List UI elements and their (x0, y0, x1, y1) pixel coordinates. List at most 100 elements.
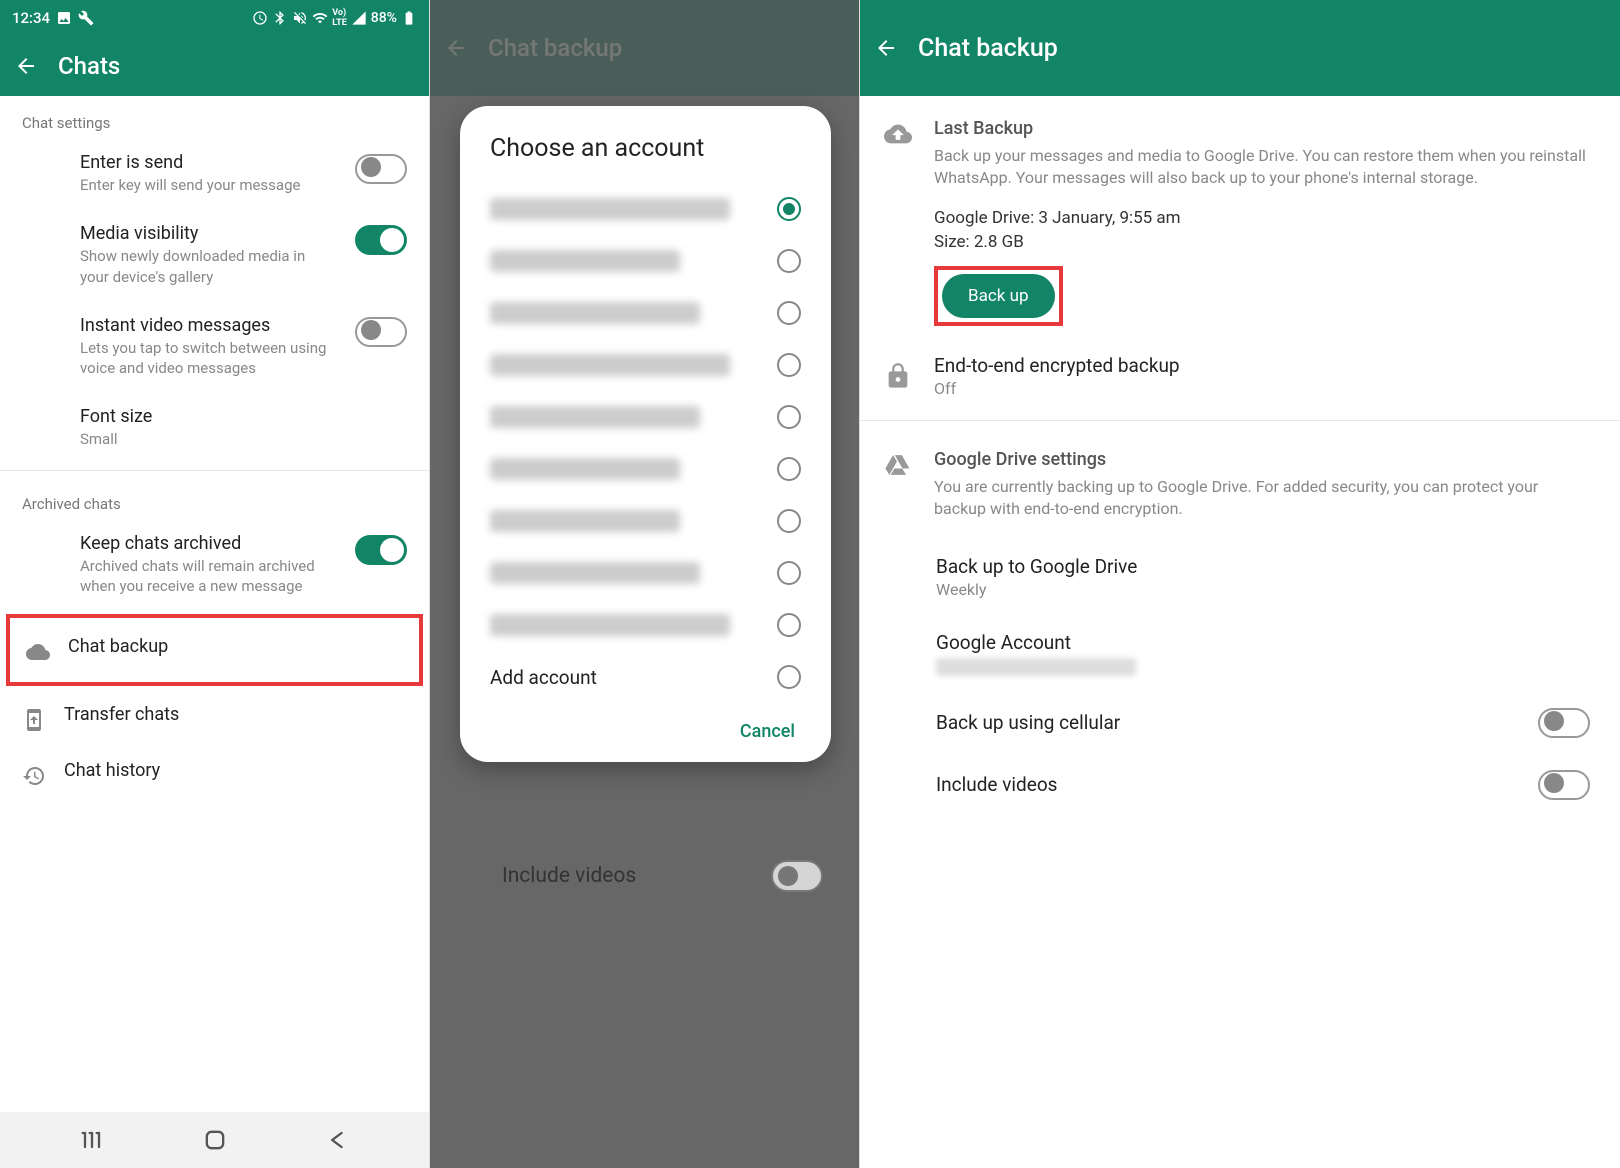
enter-send-sub: Enter key will send your message (80, 175, 337, 195)
status-bar: 12:34 Vo)LTE 88% (0, 0, 429, 36)
e2e-sub: Off (934, 379, 1590, 398)
include-videos-label-bg: Include videos (502, 864, 636, 888)
wifi-icon (312, 10, 328, 26)
back-icon[interactable] (874, 36, 898, 60)
chat-backup-label: Chat backup (68, 636, 403, 657)
row-enter-is-send[interactable]: Enter is send Enter key will send your m… (0, 138, 429, 209)
keep-archived-sub: Archived chats will remain archived when… (80, 556, 337, 597)
android-back-icon[interactable] (324, 1126, 352, 1154)
radio-icon[interactable] (777, 561, 801, 585)
keep-archived-title: Keep chats archived (80, 533, 337, 554)
instant-vid-title: Instant video messages (80, 315, 337, 336)
freq-sub: Weekly (936, 580, 1590, 599)
lock-icon (884, 362, 912, 390)
chats-settings-screen: 12:34 Vo)LTE 88% Chats Chat settings (0, 0, 430, 1168)
add-account-row[interactable]: Add account (482, 651, 809, 703)
row-cellular[interactable]: Back up using cellular (860, 692, 1620, 754)
choose-account-screen: Chat backup Include videos Choose an acc… (430, 0, 860, 1168)
row-chat-history[interactable]: Chat history (0, 746, 429, 802)
radio-icon[interactable] (777, 613, 801, 637)
include-videos-row-bg: Include videos (430, 860, 859, 892)
row-backup-frequency[interactable]: Back up to Google Drive Weekly (860, 539, 1620, 615)
dialog-title: Choose an account (482, 134, 809, 163)
account-option-9[interactable] (482, 599, 809, 651)
transfer-label: Transfer chats (64, 704, 407, 725)
add-account-label: Add account (490, 666, 597, 689)
cellular-switch[interactable] (1538, 708, 1590, 738)
font-size-title: Font size (80, 406, 407, 427)
include-videos-title: Include videos (936, 773, 1538, 796)
status-time: 12:34 (12, 9, 50, 27)
include-videos-switch[interactable] (1538, 770, 1590, 800)
radio-icon[interactable] (777, 405, 801, 429)
mute-icon (292, 10, 308, 26)
android-nav-bar (0, 1112, 429, 1168)
account-option-4[interactable] (482, 339, 809, 391)
row-media-visibility[interactable]: Media visibility Show newly downloaded m… (0, 209, 429, 301)
account-option-5[interactable] (482, 391, 809, 443)
account-option-3[interactable] (482, 287, 809, 339)
keep-archived-switch[interactable] (355, 535, 407, 565)
toolbar: Chat backup (860, 0, 1620, 96)
include-videos-switch-bg (771, 860, 823, 892)
battery-percent: 88% (371, 10, 397, 26)
chat-backup-screen: Chat backup Last Backup Back up your mes… (860, 0, 1620, 1168)
back-icon[interactable] (14, 54, 38, 78)
account-option-8[interactable] (482, 547, 809, 599)
font-size-sub: Small (80, 429, 407, 449)
gd-desc: You are currently backing up to Google D… (934, 476, 1590, 521)
row-google-account[interactable]: Google Account (860, 615, 1620, 692)
backup-size: Size: 2.8 GB (934, 232, 1590, 252)
row-keep-archived[interactable]: Keep chats archived Archived chats will … (0, 519, 429, 611)
section-archived: Archived chats (0, 477, 429, 519)
wrench-icon (78, 10, 94, 26)
volte-icon: Vo)LTE (332, 8, 347, 28)
row-chat-backup[interactable]: Chat backup (6, 614, 423, 686)
last-backup-heading: Last Backup (934, 118, 1590, 139)
media-vis-sub: Show newly downloaded media in your devi… (80, 246, 337, 287)
media-vis-switch[interactable] (355, 225, 407, 255)
radio-selected[interactable] (777, 197, 801, 221)
transfer-icon (22, 708, 46, 732)
account-value-blurred (936, 658, 1136, 676)
bluetooth-icon (272, 10, 288, 26)
enter-send-title: Enter is send (80, 152, 337, 173)
row-transfer-chats[interactable]: Transfer chats (0, 690, 429, 746)
alarm-icon (252, 10, 268, 26)
account-option-2[interactable] (482, 235, 809, 287)
account-option-7[interactable] (482, 495, 809, 547)
e2e-title: End-to-end encrypted backup (934, 354, 1590, 377)
home-icon[interactable] (201, 1126, 229, 1154)
enter-send-switch[interactable] (355, 154, 407, 184)
freq-title: Back up to Google Drive (936, 555, 1590, 578)
history-icon (22, 764, 46, 788)
image-icon (56, 10, 72, 26)
account-option-1[interactable] (482, 183, 809, 235)
account-option-6[interactable] (482, 443, 809, 495)
page-title: Chat backup (918, 34, 1058, 63)
row-font-size[interactable]: Font size Small (0, 392, 429, 463)
row-e2e-backup[interactable]: End-to-end encrypted backup Off (860, 338, 1620, 414)
section-chat-settings: Chat settings (0, 96, 429, 138)
row-instant-video[interactable]: Instant video messages Lets you tap to s… (0, 301, 429, 393)
history-label: Chat history (64, 760, 407, 781)
radio-icon[interactable] (777, 249, 801, 273)
radio-icon[interactable] (777, 509, 801, 533)
battery-icon (401, 10, 417, 26)
media-vis-title: Media visibility (80, 223, 337, 244)
account-title: Google Account (936, 631, 1590, 654)
radio-icon[interactable] (777, 665, 801, 689)
radio-icon[interactable] (777, 301, 801, 325)
instant-vid-sub: Lets you tap to switch between using voi… (80, 338, 337, 379)
cancel-button[interactable]: Cancel (740, 721, 795, 742)
backup-button[interactable]: Back up (942, 274, 1055, 318)
signal-icon (351, 10, 367, 26)
radio-icon[interactable] (777, 353, 801, 377)
instant-vid-switch[interactable] (355, 317, 407, 347)
cloud-icon (26, 640, 50, 664)
gd-heading: Google Drive settings (934, 449, 1590, 470)
recent-apps-icon[interactable] (78, 1126, 106, 1154)
last-backup-desc: Back up your messages and media to Googl… (934, 145, 1590, 190)
row-include-videos[interactable]: Include videos (860, 754, 1620, 816)
radio-icon[interactable] (777, 457, 801, 481)
